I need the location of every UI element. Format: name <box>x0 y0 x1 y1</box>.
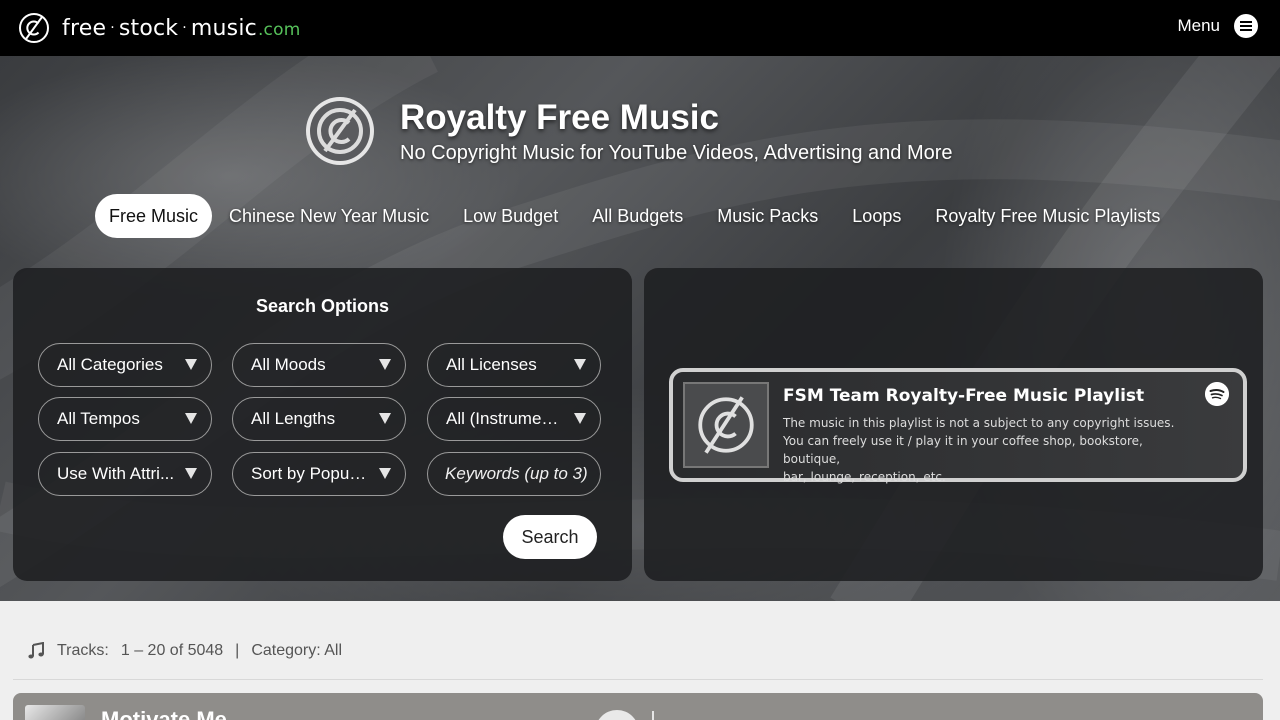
track-thumbnail[interactable] <box>25 705 85 720</box>
tracks-label: Tracks: <box>57 642 109 659</box>
caret-down-icon <box>574 413 586 424</box>
playlist-description-line: The music in this playlist is not a subj… <box>783 416 1175 430</box>
length-select-value: All Lengths <box>251 409 336 428</box>
playlist-description-line: You can freely use it / play it in your … <box>783 434 1143 466</box>
attribution-select-value: Use With Attri... <box>57 464 175 483</box>
playlist-description-line: bar, lounge, reception, etc. <box>783 470 946 484</box>
nav-loops[interactable]: Loops <box>835 194 918 238</box>
length-select[interactable]: All Lengths <box>232 397 406 441</box>
search-options-title: Search Options <box>255 296 390 316</box>
tracks-range: 1 – 20 of 5048 <box>120 642 224 659</box>
mood-select[interactable]: All Moods <box>232 343 406 387</box>
caret-down-icon <box>379 468 391 479</box>
logo-wordmark: free · stock · music .com <box>62 15 301 41</box>
sort-select[interactable]: Sort by Popula... <box>232 452 406 496</box>
nav-free-music[interactable]: Free Music <box>95 194 213 238</box>
hero-brand: Royalty Free Music No Copyright Music fo… <box>305 96 953 166</box>
logo-word-stock: stock <box>118 15 179 41</box>
caret-down-icon <box>379 413 391 424</box>
category-select-value: All Categories <box>57 355 163 374</box>
tempo-select-value: All Tempos <box>57 409 140 428</box>
category-select[interactable]: All Categories <box>38 343 212 387</box>
nav-low-budget[interactable]: Low Budget <box>446 194 575 238</box>
no-copyright-logo-icon <box>698 396 754 454</box>
caret-down-icon <box>379 359 391 370</box>
sort-select-value: Sort by Popula... <box>251 464 369 483</box>
license-select[interactable]: All Licenses <box>427 343 601 387</box>
mood-select-value: All Moods <box>251 355 326 374</box>
playlist-panel: FSM Team Royalty-Free Music Playlist The… <box>644 268 1263 581</box>
hero-section: Royalty Free Music No Copyright Music fo… <box>0 56 1280 601</box>
play-button[interactable] <box>595 710 639 720</box>
music-note-icon <box>28 642 44 659</box>
nav-playlists[interactable]: Royalty Free Music Playlists <box>918 194 1177 238</box>
caret-down-icon <box>185 413 197 424</box>
instrumental-select-value: All (Instrumen... <box>446 409 564 428</box>
track-divider <box>652 711 654 720</box>
tracks-category: Category: All <box>251 642 343 659</box>
caret-down-icon <box>185 468 197 479</box>
caret-down-icon <box>185 359 197 370</box>
no-copyright-logo-icon <box>19 13 49 43</box>
tempo-select[interactable]: All Tempos <box>38 397 212 441</box>
playlist-thumbnail <box>683 382 769 468</box>
tracks-info-bar: Tracks: 1 – 20 of 5048 | Category: All <box>27 642 342 660</box>
tracks-separator: | <box>235 642 240 659</box>
menu-button[interactable]: Menu <box>1177 14 1258 38</box>
attribution-select[interactable]: Use With Attri... <box>38 452 212 496</box>
hamburger-icon <box>1234 14 1258 38</box>
search-button[interactable]: Search <box>503 515 597 559</box>
nav-all-budgets[interactable]: All Budgets <box>575 194 700 238</box>
page-title: Royalty Free Music <box>400 97 719 137</box>
tracks-divider <box>13 679 1263 680</box>
instrumental-select[interactable]: All (Instrumen... <box>427 397 601 441</box>
spotify-playlist-card[interactable]: FSM Team Royalty-Free Music Playlist The… <box>669 368 1247 484</box>
track-row[interactable]: Motivate Me <box>13 693 1263 720</box>
no-copyright-badge-icon <box>306 97 374 165</box>
playlist-title: FSM Team Royalty-Free Music Playlist <box>783 386 1145 406</box>
license-select-value: All Licenses <box>446 355 537 374</box>
track-title[interactable]: Motivate Me <box>101 707 227 720</box>
nav-music-packs[interactable]: Music Packs <box>700 194 835 238</box>
site-logo[interactable]: free · stock · music .com <box>18 12 300 44</box>
menu-label: Menu <box>1177 16 1220 35</box>
nav-chinese-new-year-music[interactable]: Chinese New Year Music <box>212 194 446 238</box>
category-nav: Free Music Chinese New Year Music Low Bu… <box>95 194 1177 238</box>
search-options-panel: Search Options All Categories All Moods … <box>13 268 632 581</box>
page-subtitle: No Copyright Music for YouTube Videos, A… <box>400 141 953 164</box>
top-bar: free · stock · music .com Menu <box>0 0 1280 56</box>
spotify-icon[interactable] <box>1205 382 1229 406</box>
logo-tld: .com <box>257 19 301 40</box>
keywords-input[interactable] <box>427 452 601 496</box>
logo-word-music: music <box>190 15 257 41</box>
playlist-description: The music in this playlist is not a subj… <box>783 414 1203 486</box>
caret-down-icon <box>574 359 586 370</box>
logo-word-free: free <box>62 15 107 41</box>
